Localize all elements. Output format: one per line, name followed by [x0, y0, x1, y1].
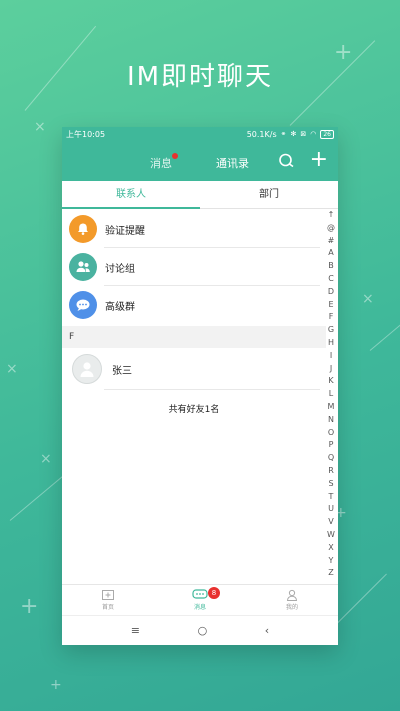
decor-line — [329, 573, 387, 631]
wifi-icon: ◠ — [310, 130, 317, 138]
alphabet-index[interactable]: ↑ @ # A B C D E F G H I J K L M N O P Q R S T U V W X Y Z — [326, 209, 336, 580]
index-letter[interactable]: U — [328, 503, 334, 516]
bell-icon — [69, 215, 97, 243]
status-time: 上午10:05 — [66, 129, 106, 139]
index-letter[interactable]: J — [330, 363, 332, 376]
list-item-label: 高级群 — [105, 301, 135, 313]
index-letter[interactable]: ↑ — [328, 209, 335, 222]
battery-icon: 26 — [320, 129, 334, 139]
back-icon[interactable]: ‹ — [265, 624, 269, 637]
contact-name: 张三 — [112, 365, 132, 377]
subtab-contacts[interactable]: 联系人 — [62, 181, 200, 208]
add-icon[interactable]: + — [310, 149, 328, 171]
list-item-discussion[interactable]: 讨论组 — [62, 248, 326, 286]
index-letter[interactable]: I — [330, 350, 332, 363]
list-item-verification[interactable]: 验证提醒 — [62, 210, 326, 248]
friend-count: 共有好友1名 — [168, 405, 220, 415]
top-nav: 消息 通讯录 + — [62, 141, 338, 181]
index-letter[interactable]: H — [328, 337, 334, 350]
contact-list: 验证提醒 讨论组 高级群 F 张三 共有好友1名 — [62, 210, 326, 415]
decor-line — [369, 324, 400, 351]
index-letter[interactable]: O — [328, 427, 334, 440]
bottom-nav-label: 消息 — [193, 604, 206, 611]
index-letter[interactable]: R — [328, 465, 334, 478]
index-letter[interactable]: Y — [329, 555, 334, 568]
bottom-nav-me[interactable]: 我的 — [246, 585, 338, 615]
bottom-nav-label: 我的 — [285, 604, 298, 611]
tab-contacts[interactable]: 通讯录 — [216, 155, 249, 171]
list-item-advanced-group[interactable]: 高级群 — [62, 286, 326, 324]
index-letter[interactable]: T — [329, 491, 334, 504]
status-bar: 上午10:05 50.1K/s ⚭ ✻ ⊠ ◠ 26 — [62, 127, 338, 141]
status-icons: 50.1K/s ⚭ ✻ ⊠ ◠ 26 — [246, 129, 334, 139]
phone-screen: 上午10:05 50.1K/s ⚭ ✻ ⊠ ◠ 26 消息 通讯录 + 联系人 … — [62, 127, 338, 645]
divider — [104, 389, 320, 390]
index-letter[interactable]: V — [328, 516, 333, 529]
decor-plus-icon: + — [20, 594, 39, 619]
index-letter[interactable]: Q — [328, 452, 334, 465]
tab-messages[interactable]: 消息 — [150, 153, 178, 171]
user-avatar-icon — [72, 354, 102, 384]
index-letter[interactable]: # — [328, 235, 335, 248]
decor-x-icon: × — [40, 451, 52, 467]
home-icon — [102, 590, 114, 600]
home-circle-icon[interactable]: ○ — [198, 624, 208, 637]
decor-x-icon: × — [362, 291, 374, 307]
index-letter[interactable]: P — [329, 439, 334, 452]
system-nav-bar: ≡ ○ ‹ — [62, 615, 338, 645]
subtab-department[interactable]: 部门 — [200, 181, 338, 208]
index-letter[interactable]: A — [328, 247, 333, 260]
index-letter[interactable]: M — [328, 401, 335, 414]
decor-x-icon: × — [34, 119, 46, 135]
index-letter[interactable]: B — [328, 260, 334, 273]
section-header: F — [62, 326, 326, 348]
chat-bubble-icon — [69, 291, 97, 319]
index-letter[interactable]: E — [328, 299, 333, 312]
list-item-label: 验证提醒 — [105, 225, 145, 237]
index-letter[interactable]: @ — [327, 222, 335, 235]
decor-x-icon: × — [6, 361, 18, 377]
active-tab-indicator — [62, 207, 200, 209]
bottom-nav-messages[interactable]: 消息 8 — [154, 585, 246, 615]
index-letter[interactable]: C — [328, 273, 334, 286]
index-letter[interactable]: W — [327, 529, 335, 542]
bluetooth-icon: ✻ — [290, 130, 297, 138]
unread-dot — [172, 153, 178, 159]
unread-badge: 8 — [208, 587, 220, 599]
bottom-nav-home[interactable]: 首页 — [62, 585, 154, 615]
contact-item[interactable]: 张三 — [62, 348, 326, 390]
index-letter[interactable]: Z — [328, 567, 333, 580]
decor-plus-icon: + — [50, 677, 62, 693]
bottom-nav: 首页 消息 8 我的 — [62, 584, 338, 615]
network-speed: 50.1K/s — [246, 129, 277, 139]
tab-messages-label: 消息 — [150, 157, 172, 170]
list-item-label: 讨论组 — [105, 263, 135, 275]
link-icon: ⚭ — [280, 130, 287, 138]
menu-icon[interactable]: ≡ — [131, 624, 140, 637]
group-icon — [69, 253, 97, 281]
index-letter[interactable]: D — [328, 286, 334, 299]
index-letter[interactable]: K — [328, 375, 333, 388]
index-letter[interactable]: F — [329, 311, 334, 324]
contact-subtabs: 联系人 部门 — [62, 181, 338, 209]
index-letter[interactable]: L — [329, 388, 333, 401]
index-letter[interactable]: G — [328, 324, 334, 337]
promo-title: IM即时聊天 — [126, 62, 274, 92]
profile-icon — [286, 589, 298, 601]
index-letter[interactable]: X — [328, 542, 333, 555]
search-icon[interactable] — [278, 152, 296, 170]
message-icon — [192, 589, 208, 599]
sim-icon: ⊠ — [300, 130, 307, 138]
index-letter[interactable]: N — [328, 414, 334, 427]
index-letter[interactable]: S — [328, 478, 333, 491]
bottom-nav-label: 首页 — [101, 604, 114, 611]
